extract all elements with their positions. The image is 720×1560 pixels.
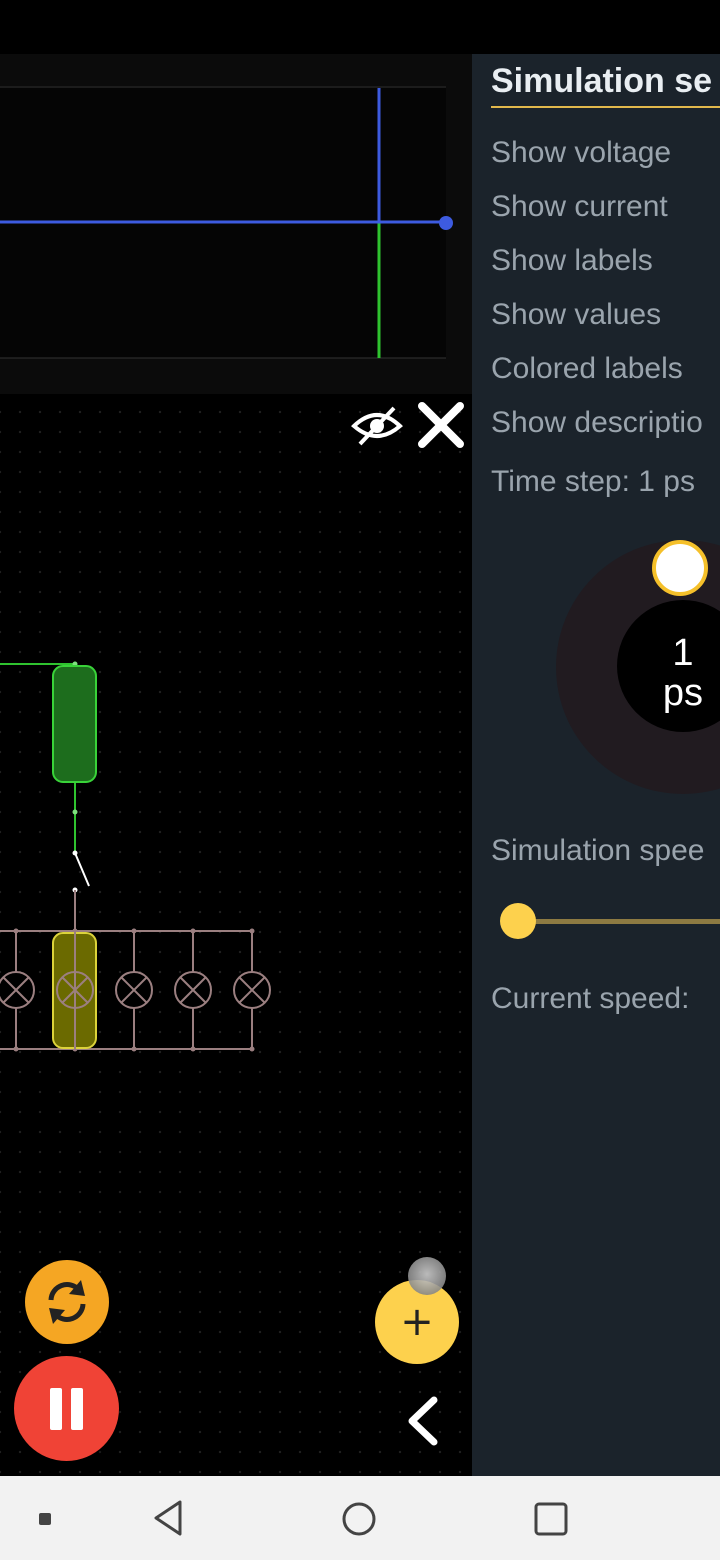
simulation-settings-panel: Simulation se Show voltage Show current … [472, 54, 720, 1476]
option-show-description[interactable]: Show descriptio [491, 406, 703, 440]
recents-dot-icon[interactable] [38, 1512, 52, 1526]
close-icon[interactable] [414, 398, 468, 452]
circuit-diagram[interactable] [0, 594, 472, 1074]
scope-traces [0, 86, 453, 359]
option-colored-labels[interactable]: Colored labels [491, 352, 683, 386]
option-show-current[interactable]: Show current [491, 190, 668, 224]
dial-value: 1 [672, 632, 694, 674]
current-speed-label: Current speed: [491, 982, 690, 1015]
switch-component[interactable] [72, 850, 90, 932]
title-underline [491, 106, 720, 108]
reset-button[interactable] [25, 1260, 109, 1344]
touch-indicator [408, 1257, 446, 1295]
trace-end-point [439, 216, 453, 230]
option-show-labels[interactable]: Show labels [491, 244, 653, 278]
option-show-values[interactable]: Show values [491, 298, 661, 332]
time-step-label: Time step: 1 ps [491, 465, 695, 498]
nav-back-icon[interactable] [150, 1498, 186, 1538]
speed-slider-thumb[interactable] [500, 903, 536, 939]
lamp-component [233, 971, 271, 1009]
simulation-speed-label: Simulation spee [491, 834, 705, 867]
status-bar [0, 0, 720, 54]
lamp-component [174, 971, 212, 1009]
nav-home-icon[interactable] [340, 1500, 378, 1538]
battery-component[interactable] [52, 665, 97, 783]
nav-overview-icon[interactable] [532, 1500, 570, 1538]
panel-title: Simulation se [491, 62, 713, 100]
refresh-icon [48, 1280, 86, 1324]
circuit-canvas[interactable]: + [0, 54, 472, 1476]
speed-slider-track[interactable] [518, 919, 720, 924]
system-navigation-bar [0, 1476, 720, 1560]
pause-button[interactable] [14, 1356, 119, 1461]
dial-unit: ps [662, 672, 704, 714]
chevron-left-icon[interactable] [400, 1394, 444, 1448]
lamp-component [115, 971, 153, 1009]
option-show-voltage[interactable]: Show voltage [491, 136, 671, 170]
dial-knob[interactable] [652, 540, 708, 596]
oscilloscope-view[interactable] [0, 54, 472, 394]
eye-off-icon[interactable] [350, 402, 404, 448]
lamp-component [0, 971, 35, 1009]
